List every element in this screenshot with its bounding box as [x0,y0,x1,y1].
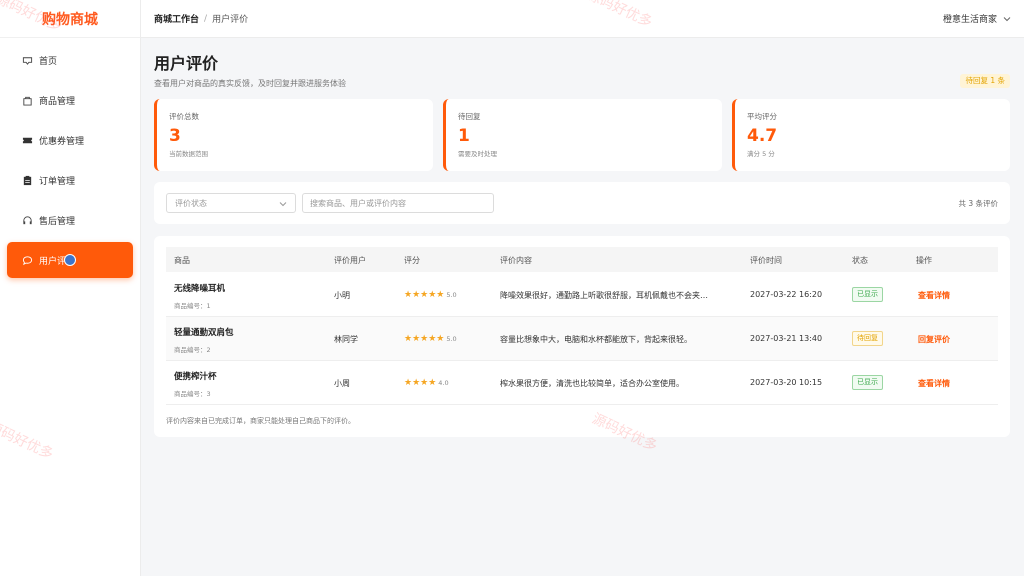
sidebar-item-aftersales[interactable]: 售后管理 [7,202,133,238]
rating-stars: ★★★★★ 5.0 [404,334,457,344]
product-name: 轻量通勤双肩包 [174,328,234,338]
review-time: 2027-03-22 16:20 [750,290,823,299]
stat-value: 4.7 [747,126,778,146]
main-content: 用户评价 查看用户对商品的真实反馈，及时回复并跟进服务体验 待回复 1 条 评价… [154,50,1010,437]
review-time: 2027-03-21 13:40 [750,334,823,343]
column-header: 评价时间 [750,256,782,265]
reviews-table: 商品 评价用户 评分 评价内容 评价时间 状态 操作 无线降噪耳机 商品编号：1… [154,236,1010,437]
merchant-name: 橙意生活商家 [942,15,997,25]
search-input[interactable] [302,193,494,213]
status-select[interactable]: 评价状态 [166,193,296,213]
view-details-link[interactable]: 查看详情 [918,378,950,389]
product-name: 便携榨汁杯 [174,372,217,382]
review-content: 降噪效果很好，通勤路上听歌很舒服，耳机佩戴也不会夹… [500,291,708,300]
filter-bar: 评价状态 共 3 条评价 [154,182,1010,224]
reply-review-link[interactable]: 回复评价 [918,334,950,345]
stat-value: 3 [169,126,181,146]
sidebar-nav: 首页 商品管理 优惠券管理 订单管理 售后管理 用户评价 [0,38,140,278]
status-select-placeholder: 评价状态 [175,198,207,208]
table-row: 轻量通勤双肩包 商品编号：2 林同学 ★★★★★ 5.0 容量比想象中大，电脑和水… [166,317,998,361]
breadcrumb-root[interactable]: 商城工作台 [154,12,199,25]
breadcrumb-separator: / [204,13,208,24]
headset-icon [21,214,33,226]
sidebar-item-home[interactable]: 首页 [7,42,133,78]
status-badge: 已显示 [852,375,883,390]
sidebar-item-coupons[interactable]: 优惠券管理 [7,122,133,158]
status-badge: 待回复 [852,331,883,346]
star-icons: ★★★★★ [404,334,445,344]
product-name: 无线降噪耳机 [174,284,226,294]
stat-hint: 当前数据范围 [169,150,208,158]
rating-score: 5.0 [446,335,457,343]
sidebar-item-reviews[interactable]: 用户评价 [7,242,133,278]
sidebar-item-label: 订单管理 [39,176,76,187]
stat-label: 待回复 [458,112,481,121]
table-row: 便携榨汁杯 商品编号：3 小周 ★★★★ 4.0 榨水果很方便，清洗也比较简单，适… [166,361,998,405]
sidebar: 购物商城 首页 商品管理 优惠券管理 订单管理 售后管理 用户评价 [0,0,141,576]
column-header: 评价用户 [334,256,366,265]
stat-card-pending: 待回复 1 需要及时处理 [443,99,722,171]
sidebar-item-orders[interactable]: 订单管理 [7,162,133,198]
view-details-link[interactable]: 查看详情 [918,290,950,301]
star-icons: ★★★★★ [404,290,445,300]
product-id: 商品编号：3 [174,390,211,398]
review-user: 小周 [334,379,350,388]
table-footnote: 评价内容来自已完成订单，商家只能处理自己商品下的评价。 [166,417,355,425]
sidebar-item-label: 售后管理 [39,216,76,227]
stat-label: 平均评分 [747,112,777,121]
merchant-menu[interactable]: 橙意生活商家 [943,12,1011,25]
sidebar-item-label: 首页 [39,56,58,67]
clipboard-icon [21,174,33,186]
column-header: 状态 [852,256,868,265]
rating-score: 5.0 [446,291,457,299]
review-user: 林同学 [334,335,358,344]
page-title: 用户评价 [154,54,219,73]
column-header: 评分 [404,256,420,265]
stat-card-total: 评价总数 3 当前数据范围 [154,99,433,171]
rating-stars: ★★★★★ 5.0 [404,290,457,300]
ticket-icon [21,134,33,146]
result-count: 共 3 条评价 [958,199,998,208]
breadcrumb-current: 用户评价 [212,15,249,25]
sidebar-item-label: 优惠券管理 [39,136,85,147]
chevron-down-icon [1003,16,1011,21]
rating-stars: ★★★★ 4.0 [404,378,449,388]
review-content: 容量比想象中大，电脑和水杯都能放下，背起来很轻。 [500,335,692,344]
sidebar-item-products[interactable]: 商品管理 [7,82,133,118]
review-content: 榨水果很方便，清洗也比较简单，适合办公室使用。 [500,379,684,388]
table-header: 商品 评价用户 评分 评价内容 评价时间 状态 操作 [166,247,998,272]
product-id: 商品编号：2 [174,346,211,354]
stat-value: 1 [458,126,470,146]
stat-hint: 满分 5 分 [747,150,775,158]
product-id: 商品编号：1 [174,302,211,310]
column-header: 商品 [174,256,190,265]
app-logo: 购物商城 [0,0,140,38]
stat-hint: 需要及时处理 [458,150,497,158]
page-subtitle: 查看用户对商品的真实反馈，及时回复并跟进服务体验 [154,79,346,88]
review-user: 小明 [334,291,350,300]
star-icons: ★★★★ [404,378,437,388]
status-badge: 已显示 [852,287,883,302]
sidebar-item-label: 商品管理 [39,96,76,107]
review-time: 2027-03-20 10:15 [750,378,823,387]
stat-label: 评价总数 [169,112,199,121]
chat-icon [21,254,33,266]
bag-icon [21,94,33,106]
home-icon [21,54,33,66]
column-header: 操作 [916,256,932,265]
stat-card-average: 平均评分 4.7 满分 5 分 [732,99,1010,171]
stats-row: 评价总数 3 当前数据范围 待回复 1 需要及时处理 平均评分 4.7 满分 5… [154,99,1010,171]
chevron-down-icon [279,202,287,207]
rating-score: 4.0 [438,379,449,387]
mouse-cursor-icon [64,254,76,266]
table-row: 无线降噪耳机 商品编号：1 小明 ★★★★★ 5.0 降噪效果很好，通勤路上听歌很… [166,273,998,317]
topbar: 商城工作台 / 用户评价 橙意生活商家 [141,0,1024,38]
column-header: 评价内容 [500,256,532,265]
pending-badge: 待回复 1 条 [960,74,1010,88]
